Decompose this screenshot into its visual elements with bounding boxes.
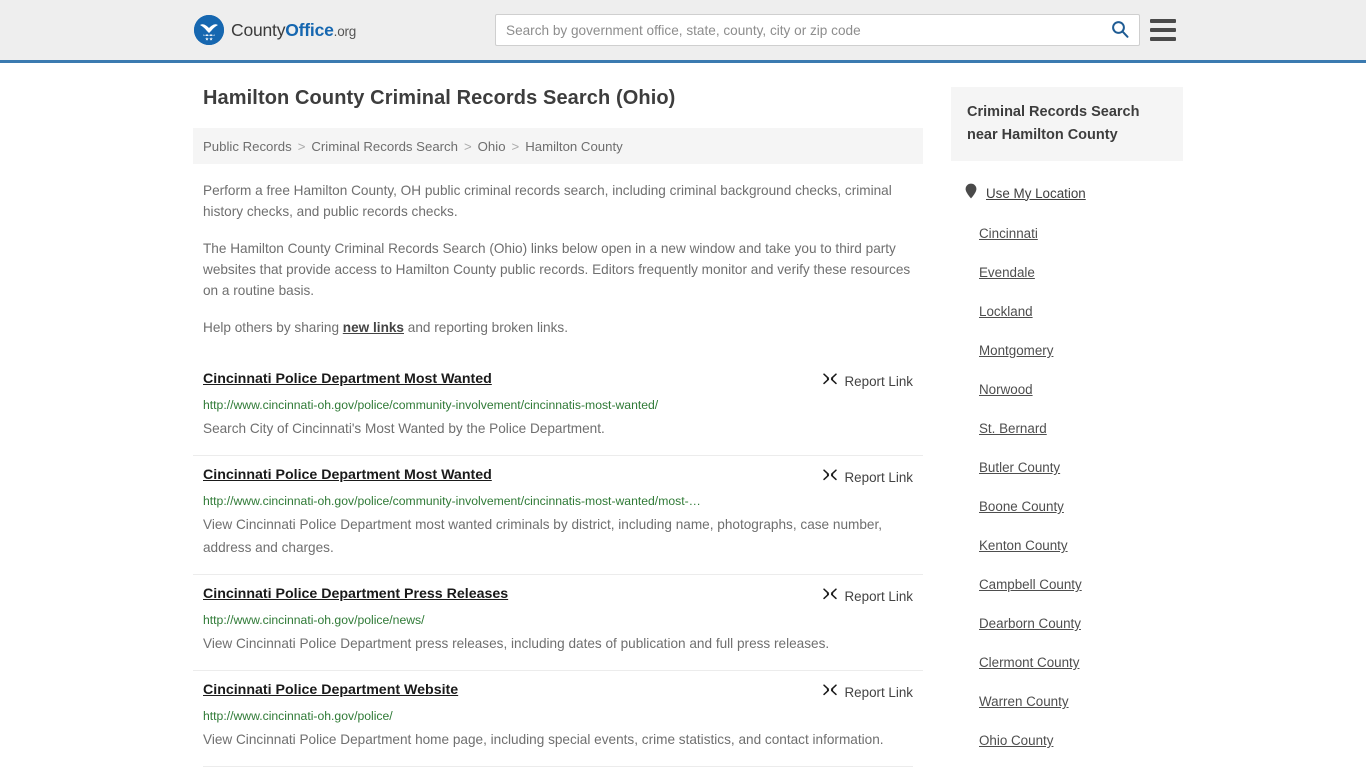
- sidebar-item-evendale[interactable]: Evendale: [965, 264, 1169, 282]
- sidebar-link[interactable]: Boone County: [979, 499, 1064, 514]
- eagle-shield-logo-icon: ★★★ ★★: [194, 15, 224, 45]
- broken-link-icon: [822, 467, 838, 488]
- sidebar-item-norwood[interactable]: Norwood: [965, 381, 1169, 399]
- result-title-link[interactable]: Cincinnati Police Department Website: [203, 681, 458, 700]
- breadcrumb-separator: >: [297, 138, 306, 154]
- sidebar-item-dearborn-county[interactable]: Dearborn County: [965, 615, 1169, 633]
- result-title-link[interactable]: Cincinnati Police Department Press Relea…: [203, 585, 508, 604]
- breadcrumb-item-criminal-records-search[interactable]: Criminal Records Search: [311, 139, 458, 154]
- result-item: Cincinnati Police Department Most Wanted: [193, 360, 923, 455]
- result-item: Cincinnati Police Department Most Wanted: [193, 455, 923, 574]
- hamburger-menu-icon[interactable]: [1150, 19, 1176, 41]
- result-description: Search City of Cincinnati's Most Wanted …: [203, 421, 605, 436]
- breadcrumb-item-public-records[interactable]: Public Records: [203, 139, 292, 154]
- logo-wordmark: CountyOffice.org: [231, 20, 356, 41]
- map-pin-icon: [965, 183, 977, 204]
- sidebar-link[interactable]: Warren County: [979, 694, 1069, 709]
- sidebar-link[interactable]: Dearborn County: [979, 616, 1081, 631]
- result-item: Cincinnati Police Department Website Rep…: [193, 670, 923, 766]
- sidebar-link[interactable]: Evendale: [979, 265, 1035, 280]
- page-body: Hamilton County Criminal Records Search …: [0, 63, 1366, 768]
- sidebar-item-ohio-county[interactable]: Ohio County: [965, 732, 1169, 750]
- sidebar-item-lockland[interactable]: Lockland: [965, 303, 1169, 321]
- sidebar-item-warren-county[interactable]: Warren County: [965, 693, 1169, 711]
- page-title: Hamilton County Criminal Records Search …: [203, 87, 676, 109]
- sidebar-item-st-bernard[interactable]: St. Bernard: [965, 420, 1169, 438]
- sidebar-item-montgomery[interactable]: Montgomery: [965, 342, 1169, 360]
- result-url: http://www.cincinnati-oh.gov/police/news…: [203, 613, 425, 627]
- sidebar: Criminal Records Search near Hamilton Co…: [951, 87, 1183, 768]
- report-link-button[interactable]: Report Link: [822, 466, 913, 488]
- result-url: http://www.cincinnati-oh.gov/police/comm…: [203, 494, 701, 508]
- sidebar-link[interactable]: Ohio County: [979, 733, 1053, 748]
- report-link-label: Report Link: [844, 470, 913, 485]
- report-link-label: Report Link: [844, 685, 913, 700]
- sidebar-link[interactable]: Lockland: [979, 304, 1033, 319]
- report-link-button[interactable]: Report Link: [822, 681, 913, 703]
- sidebar-card-header: Criminal Records Search near Hamilton Co…: [951, 87, 1183, 161]
- result-item: Cincinnati Police Department Press Relea…: [193, 574, 923, 670]
- sidebar-link[interactable]: Butler County: [979, 460, 1060, 475]
- hamburger-bar: [1150, 37, 1176, 41]
- sidebar-link[interactable]: St. Bernard: [979, 421, 1047, 436]
- sidebar-link[interactable]: Cincinnati: [979, 226, 1038, 241]
- intro-paragraph-2: The Hamilton County Criminal Records Sea…: [203, 241, 911, 298]
- logo-text-office: Office: [285, 19, 334, 40]
- use-my-location-row[interactable]: Use My Location: [965, 183, 1169, 204]
- sidebar-item-campbell-county[interactable]: Campbell County: [965, 576, 1169, 594]
- report-link-button[interactable]: Report Link: [822, 585, 913, 607]
- broken-link-icon: [822, 371, 838, 392]
- sidebar-item-cincinnati[interactable]: Cincinnati: [965, 225, 1169, 243]
- report-link-label: Report Link: [844, 589, 913, 604]
- sidebar-link[interactable]: Clermont County: [979, 655, 1079, 670]
- intro-text-before-link: Help others by sharing: [203, 320, 343, 335]
- result-title-link[interactable]: Cincinnati Police Department Most Wanted: [203, 370, 492, 389]
- report-link-label: Report Link: [844, 374, 913, 389]
- breadcrumb: Public Records > Criminal Records Search…: [193, 128, 923, 164]
- main-content: Hamilton County Criminal Records Search …: [193, 87, 923, 768]
- breadcrumb-separator: >: [463, 138, 472, 154]
- report-link-button[interactable]: Report Link: [822, 370, 913, 392]
- sidebar-item-kenton-county[interactable]: Kenton County: [965, 537, 1169, 555]
- search-bar[interactable]: [495, 14, 1140, 46]
- breadcrumb-item-hamilton-county[interactable]: Hamilton County: [525, 139, 622, 154]
- result-description: View Cincinnati Police Department home p…: [203, 732, 884, 747]
- hamburger-bar: [1150, 28, 1176, 32]
- content-divider: [203, 766, 913, 767]
- sidebar-item-clermont-county[interactable]: Clermont County: [965, 654, 1169, 672]
- site-logo[interactable]: ★★★ ★★ CountyOffice.org: [194, 15, 356, 45]
- result-url: http://www.cincinnati-oh.gov/police/: [203, 709, 393, 723]
- broken-link-icon: [822, 682, 838, 703]
- sidebar-link[interactable]: Montgomery: [979, 343, 1053, 358]
- search-icon: [1111, 20, 1129, 41]
- new-links-link[interactable]: new links: [343, 320, 404, 335]
- result-description: View Cincinnati Police Department press …: [203, 636, 830, 651]
- svg-text:★★: ★★: [205, 37, 213, 43]
- sidebar-link[interactable]: Campbell County: [979, 577, 1082, 592]
- logo-text-county: County: [231, 19, 286, 40]
- sidebar-link[interactable]: Kenton County: [979, 538, 1068, 553]
- sidebar-link[interactable]: Norwood: [979, 382, 1033, 397]
- result-title-link[interactable]: Cincinnati Police Department Most Wanted: [203, 466, 492, 485]
- intro-section: Perform a free Hamilton County, OH publi…: [193, 180, 923, 338]
- search-button[interactable]: [1101, 15, 1139, 45]
- sidebar-links-list: Use My Location Cincinnati Evendale Lock…: [951, 183, 1183, 750]
- intro-text-after-link: and reporting broken links.: [404, 320, 568, 335]
- sidebar-item-boone-county[interactable]: Boone County: [965, 498, 1169, 516]
- sidebar-card-title: Criminal Records Search near Hamilton Co…: [967, 104, 1140, 143]
- result-description: View Cincinnati Police Department most w…: [203, 517, 883, 555]
- breadcrumb-separator: >: [511, 138, 520, 154]
- breadcrumb-item-ohio[interactable]: Ohio: [478, 139, 506, 154]
- intro-paragraph-3: Help others by sharing new links and rep…: [203, 317, 913, 338]
- site-header: ★★★ ★★ CountyOffice.org: [0, 0, 1366, 63]
- intro-paragraph-1: Perform a free Hamilton County, OH publi…: [203, 183, 892, 219]
- logo-text-tld: .org: [333, 23, 357, 39]
- result-url: http://www.cincinnati-oh.gov/police/comm…: [203, 398, 659, 412]
- sidebar-item-butler-county[interactable]: Butler County: [965, 459, 1169, 477]
- hamburger-bar: [1150, 19, 1176, 23]
- results-list: Cincinnati Police Department Most Wanted: [193, 360, 923, 766]
- broken-link-icon: [822, 586, 838, 607]
- search-input[interactable]: [496, 15, 1101, 45]
- use-my-location-link[interactable]: Use My Location: [986, 186, 1086, 202]
